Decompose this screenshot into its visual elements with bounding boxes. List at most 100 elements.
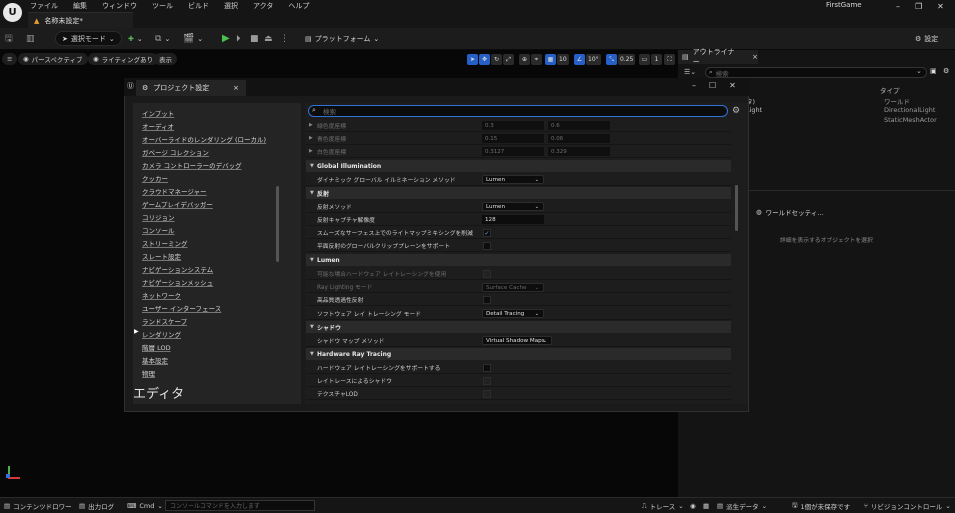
step-icon[interactable]: ⏵ (236, 31, 241, 46)
reflection-capture-field[interactable]: 128 (482, 215, 544, 224)
close-icon[interactable]: ✕ (729, 81, 736, 90)
scale-snap-icon[interactable]: ⤡ (606, 54, 617, 65)
category-garbage-collection[interactable]: ガベージ コレクション (142, 147, 209, 157)
close-icon[interactable]: × (233, 84, 239, 92)
section-reflection[interactable]: ▼ 反射 (306, 187, 731, 199)
translate-tool-icon[interactable]: ✥ (479, 54, 490, 65)
blueprint-button[interactable]: ⧉ ⌄ (155, 31, 170, 46)
texture-lod-checkbox[interactable] (483, 390, 491, 398)
category-rendering[interactable]: レンダリング (142, 329, 181, 339)
restore-icon[interactable]: ❐ (915, 2, 922, 11)
category-camera-debug[interactable]: カメラ コントローラーのデバッグ (142, 160, 242, 170)
category-navigation-system[interactable]: ナビゲーションシステム (142, 264, 213, 274)
hw-raytracing-if-available-checkbox[interactable] (483, 270, 491, 278)
outliner-search-input[interactable]: ⌕ 検索 (705, 67, 927, 78)
perspective-button[interactable]: ◉ パースペクティブ (18, 53, 88, 65)
derived-data-menu[interactable]: ▤ 派生データ ⌄ (717, 501, 767, 511)
viewport-menu-button[interactable]: ≡ (2, 53, 18, 65)
category-rendering-overrides[interactable]: オーバーライドのレンダリング (ローカル) (142, 134, 266, 144)
category-slate[interactable]: スレート設定 (142, 251, 181, 261)
category-hlod[interactable]: 階層 LOD (142, 342, 171, 352)
software-raytracing-dropdown[interactable]: Detail Tracing ⌄ (482, 309, 544, 318)
close-icon[interactable]: × (752, 53, 758, 61)
surface-snap-icon[interactable]: ⌖ (531, 54, 542, 65)
value-field[interactable]: 0.329 (548, 147, 610, 156)
menu-window[interactable]: ウィンドウ (102, 1, 137, 11)
ray-lighting-mode-dropdown[interactable]: Surface Cache ⌄ (482, 283, 544, 292)
rotation-snap-icon[interactable]: ∠ (574, 54, 585, 65)
value-field[interactable]: 0.6 (548, 121, 610, 130)
world-settings-tab[interactable]: ◍ ワールドセッティ... (756, 207, 823, 217)
chevron-down-icon[interactable]: ⌄ (916, 67, 922, 75)
category-input[interactable]: インプット (142, 108, 174, 118)
maximize-icon[interactable]: ☐ (709, 81, 716, 90)
content-icon[interactable]: ▥ (26, 31, 35, 46)
output-log-button[interactable]: ▤ 出力ログ (79, 501, 114, 511)
menu-help[interactable]: ヘルプ (288, 1, 309, 11)
scale-tool-icon[interactable]: ⤢ (503, 54, 514, 65)
minimize-icon[interactable]: – (896, 2, 900, 11)
gi-method-dropdown[interactable]: Lumen ⌄ (482, 175, 544, 184)
show-button[interactable]: 表示 (154, 53, 177, 65)
category-cooker[interactable]: クッカー (142, 173, 168, 183)
category-cloud-manager[interactable]: クラウドマネージャー (142, 186, 207, 196)
category-network[interactable]: ネットワーク (142, 290, 181, 300)
menu-build[interactable]: ビルド (188, 1, 209, 11)
minimize-icon[interactable]: – (692, 81, 696, 90)
category-streaming[interactable]: ストリーミング (142, 238, 188, 248)
lighting-button[interactable]: ◉ ライティングあり (88, 53, 159, 65)
trace-button[interactable]: ⎍ トレース ⌄ (642, 501, 684, 512)
category-collision[interactable]: コリジョン (142, 212, 175, 222)
planar-reflection-checkbox[interactable] (483, 242, 491, 250)
play-button[interactable]: ▶ (222, 31, 230, 46)
category-gameplay-debugger[interactable]: ゲームプレイデバッガー (142, 199, 213, 209)
save-icon[interactable]: 🖫 (5, 31, 13, 46)
console-command-input[interactable]: コンソールコマンドを入力します (165, 500, 315, 511)
section-lumen[interactable]: ▼ Lumen (306, 254, 731, 266)
more-options-icon[interactable]: ⋮ (280, 31, 289, 46)
filter-icon[interactable]: ☰⌄ (684, 68, 696, 76)
stop-icon[interactable]: ■ (250, 31, 259, 46)
settings-search-input[interactable]: 検索 (308, 105, 728, 117)
gear-icon[interactable]: ⚙ (943, 67, 949, 75)
menu-edit[interactable]: 編集 (73, 1, 87, 11)
add-actor-button[interactable]: ✚ ⌄ (128, 31, 143, 46)
category-landscape[interactable]: ランドスケープ (142, 316, 187, 326)
derived-data-button[interactable]: ▦ (703, 501, 709, 511)
menu-actor[interactable]: アクタ (253, 1, 273, 11)
rotate-tool-icon[interactable]: ↻ (491, 54, 502, 65)
revision-control-button[interactable]: ⑂ リビジョンコントロール ⌄ (864, 501, 951, 511)
category-scrollbar[interactable] (276, 186, 279, 262)
expand-arrow-icon[interactable]: ▶ (309, 123, 313, 128)
platform-button[interactable]: ▤ プラットフォーム ⌄ (305, 31, 379, 46)
camera-speed-icon[interactable]: ▭ (639, 54, 650, 65)
grid-snap-value[interactable]: 10 (557, 54, 569, 65)
unsaved-button[interactable]: 🖫 1個が未保存です (792, 501, 850, 512)
maximize-viewport-icon[interactable]: ⛶ (664, 54, 675, 65)
reflection-method-dropdown[interactable]: Lumen ⌄ (482, 202, 544, 211)
project-settings-tab[interactable]: ⚙ プロジェクト設定 × (136, 80, 246, 96)
menu-file[interactable]: ファイル (30, 1, 58, 11)
scale-snap-value[interactable]: 0.25 (618, 54, 636, 65)
cinematics-button[interactable]: 🎬 ⌄ (183, 31, 203, 46)
category-navigation-mesh[interactable]: ナビゲーションメッシュ (142, 277, 213, 287)
menu-select[interactable]: 選択 (224, 1, 238, 11)
world-local-icon[interactable]: ⊕ (519, 54, 530, 65)
value-field[interactable]: 0.3 (482, 121, 544, 130)
hq-translucency-checkbox[interactable] (483, 296, 491, 304)
smooth-surface-checkbox[interactable]: ✓ (483, 229, 491, 237)
camera-speed-value[interactable]: 1 (651, 54, 662, 65)
category-audio[interactable]: オーディオ (142, 121, 174, 131)
select-tool-icon[interactable]: ➤ (467, 54, 478, 65)
expand-arrow-icon[interactable]: ▶ (309, 136, 313, 141)
section-shadows[interactable]: ▼ シャドウ (306, 321, 731, 333)
details-scrollbar[interactable] (735, 185, 738, 231)
unreal-logo-icon[interactable]: U (3, 3, 22, 22)
rotation-snap-value[interactable]: 10° (586, 54, 601, 65)
support-hw-raytracing-checkbox[interactable] (483, 364, 491, 372)
settings-button[interactable]: ⚙ 設定 (915, 31, 938, 46)
select-mode-button[interactable]: ➤ 選択モード ⌄ (55, 31, 122, 46)
gear-icon[interactable]: ⚙ (732, 106, 740, 116)
category-general[interactable]: 基本設定 (142, 355, 168, 365)
shadow-map-method-dropdown[interactable]: Virtual Shadow Maps ⌄ (482, 336, 552, 345)
